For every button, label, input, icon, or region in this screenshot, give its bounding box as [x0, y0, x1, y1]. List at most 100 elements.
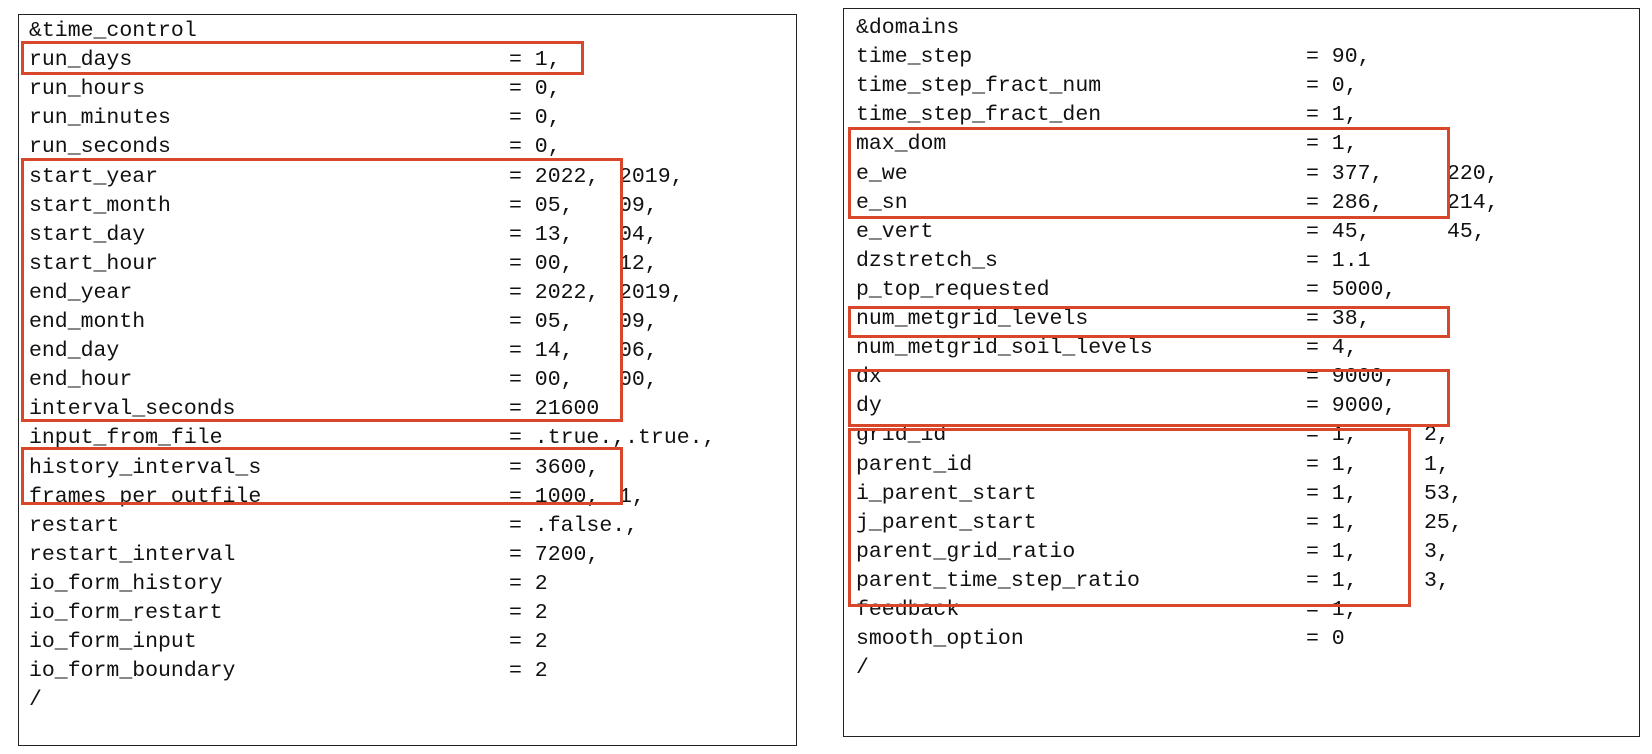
param-extra-grid-id: 2,	[1424, 423, 1450, 448]
param-name-start-day: start_day	[29, 222, 146, 247]
param-name-p-top-requested: p_top_requested	[856, 277, 1050, 302]
param-name-parent-time-step-ratio: parent_time_step_ratio	[856, 568, 1140, 593]
param-name-io-form-restart: io_form_restart	[29, 601, 223, 625]
param-name-end-year: end_year	[29, 280, 133, 305]
param-value-j-parent-start: = 1,	[1306, 510, 1358, 535]
param-value-parent-time-step-ratio: = 1,	[1306, 568, 1358, 593]
param-name-start-year: start_year	[29, 164, 159, 189]
param-value-restart-interval: = 7200,	[509, 542, 600, 567]
param-extra-end-year: 2019,	[619, 280, 684, 305]
param-value-feedback: = 1,	[1306, 598, 1358, 622]
param-name-smooth-option: smooth_option	[856, 627, 1024, 652]
param-name-io-form-history: io_form_history	[29, 571, 223, 596]
param-name-run-seconds: run_seconds	[29, 135, 171, 160]
param-name-start-hour: start_hour	[29, 251, 159, 276]
param-value-frames-per-outfile: = 1000,	[509, 484, 600, 509]
param-name-io-form-boundary: io_form_boundary	[29, 659, 236, 684]
param-value-p-top-requested: = 5000,	[1306, 277, 1397, 302]
param-extra-e-vert: 45,	[1447, 219, 1486, 244]
param-name-restart: restart	[29, 513, 120, 538]
param-extra-parent-grid-ratio: 3,	[1424, 539, 1450, 564]
param-name-end-day: end_day	[29, 339, 120, 364]
param-extra-start-month: 09,	[619, 193, 658, 218]
param-extra-end-month: 09,	[619, 310, 658, 334]
param-value-dzstretch-s: = 1.1	[1306, 248, 1371, 273]
param-value-run-days: = 1,	[509, 48, 561, 73]
param-value-end-day: = 14,	[509, 339, 574, 364]
namelist-header: &domains	[856, 16, 960, 40]
param-name-interval-seconds: interval_seconds	[29, 397, 236, 422]
param-value-io-form-input: = 2	[509, 630, 548, 655]
param-value-time-step-fract-den: = 1,	[1306, 103, 1358, 128]
param-name-num-metgrid-soil-levels: num_metgrid_soil_levels	[856, 336, 1153, 361]
param-extra-e-sn: 214,	[1447, 190, 1499, 215]
param-value-e-we: = 377,	[1306, 161, 1384, 186]
param-value-e-sn: = 286,	[1306, 190, 1384, 215]
param-value-start-day: = 13,	[509, 222, 574, 247]
param-name-run-hours: run_hours	[29, 77, 146, 102]
param-name-frames-per-outfile: frames_per_outfile	[29, 484, 262, 509]
param-value-i-parent-start: = 1,	[1306, 481, 1358, 506]
param-value-end-hour: = 00,	[509, 368, 574, 393]
param-value-run-hours: = 0,	[509, 77, 561, 102]
param-name-dx: dx	[856, 365, 882, 390]
namelist-end: /	[29, 688, 42, 713]
param-value-time-step-fract-num: = 0,	[1306, 74, 1358, 99]
param-extra-start-day: 04,	[619, 222, 658, 247]
param-extra-e-we: 220,	[1447, 161, 1499, 186]
param-value-parent-id: = 1,	[1306, 452, 1358, 477]
param-extra-end-hour: 00,	[619, 368, 658, 393]
param-name-io-form-input: io_form_input	[29, 630, 197, 655]
param-extra-i-parent-start: 53,	[1424, 481, 1463, 506]
param-name-grid-id: grid_id	[856, 423, 947, 448]
param-value-grid-id: = 1,	[1306, 423, 1358, 448]
param-name-end-hour: end_hour	[29, 368, 133, 393]
param-name-dy: dy	[856, 394, 882, 419]
param-value-num-metgrid-levels: = 38,	[1306, 307, 1371, 331]
param-name-time-step-fract-num: time_step_fract_num	[856, 74, 1102, 99]
param-name-max-dom: max_dom	[856, 132, 947, 157]
param-value-num-metgrid-soil-levels: = 4,	[1306, 336, 1358, 361]
param-value-start-month: = 05,	[509, 193, 574, 218]
param-value-io-form-history: = 2	[509, 571, 548, 596]
param-name-dzstretch-s: dzstretch_s	[856, 248, 998, 273]
param-value-e-vert: = 45,	[1306, 219, 1371, 244]
param-name-time-step-fract-den: time_step_fract_den	[856, 103, 1102, 128]
param-value-io-form-boundary: = 2	[509, 659, 548, 684]
param-value-input-from-file: = .true.,.true.,	[509, 426, 716, 451]
param-name-feedback: feedback	[856, 598, 960, 622]
namelist-end: /	[856, 656, 869, 681]
param-extra-parent-time-step-ratio: 3,	[1424, 568, 1450, 593]
param-value-interval-seconds: = 21600	[509, 397, 600, 422]
param-name-run-minutes: run_minutes	[29, 106, 171, 131]
namelist-header: &time_control	[29, 19, 197, 43]
param-value-parent-grid-ratio: = 1,	[1306, 539, 1358, 564]
param-value-run-minutes: = 0,	[509, 106, 561, 131]
param-extra-j-parent-start: 25,	[1424, 510, 1463, 535]
param-name-end-month: end_month	[29, 310, 146, 334]
param-name-parent-grid-ratio: parent_grid_ratio	[856, 539, 1076, 564]
param-value-io-form-restart: = 2	[509, 601, 548, 625]
param-name-time-step: time_step	[856, 45, 973, 70]
param-name-history-interval-s: history_interval_s	[29, 455, 262, 480]
param-name-j-parent-start: j_parent_start	[856, 510, 1037, 535]
param-value-run-seconds: = 0,	[509, 135, 561, 160]
param-value-end-month: = 05,	[509, 310, 574, 334]
param-value-time-step: = 90,	[1306, 45, 1371, 70]
param-extra-frames-per-outfile: 1,	[619, 484, 645, 509]
param-extra-start-hour: 12,	[619, 251, 658, 276]
domains-panel: &domains time_step = 90, time_step_fract_nu…	[843, 8, 1640, 737]
param-value-history-interval-s: = 3600,	[509, 455, 600, 480]
param-name-num-metgrid-levels: num_metgrid_levels	[856, 307, 1089, 331]
param-name-restart-interval: restart_interval	[29, 542, 236, 567]
param-value-dy: = 9000,	[1306, 394, 1397, 419]
param-name-i-parent-start: i_parent_start	[856, 481, 1037, 506]
param-name-start-month: start_month	[29, 193, 171, 218]
param-name-parent-id: parent_id	[856, 452, 973, 477]
param-name-e-vert: e_vert	[856, 219, 934, 244]
param-value-start-year: = 2022,	[509, 164, 600, 189]
param-value-smooth-option: = 0	[1306, 627, 1345, 652]
param-value-max-dom: = 1,	[1306, 132, 1358, 157]
param-name-e-we: e_we	[856, 161, 908, 186]
param-name-input-from-file: input_from_file	[29, 426, 223, 451]
